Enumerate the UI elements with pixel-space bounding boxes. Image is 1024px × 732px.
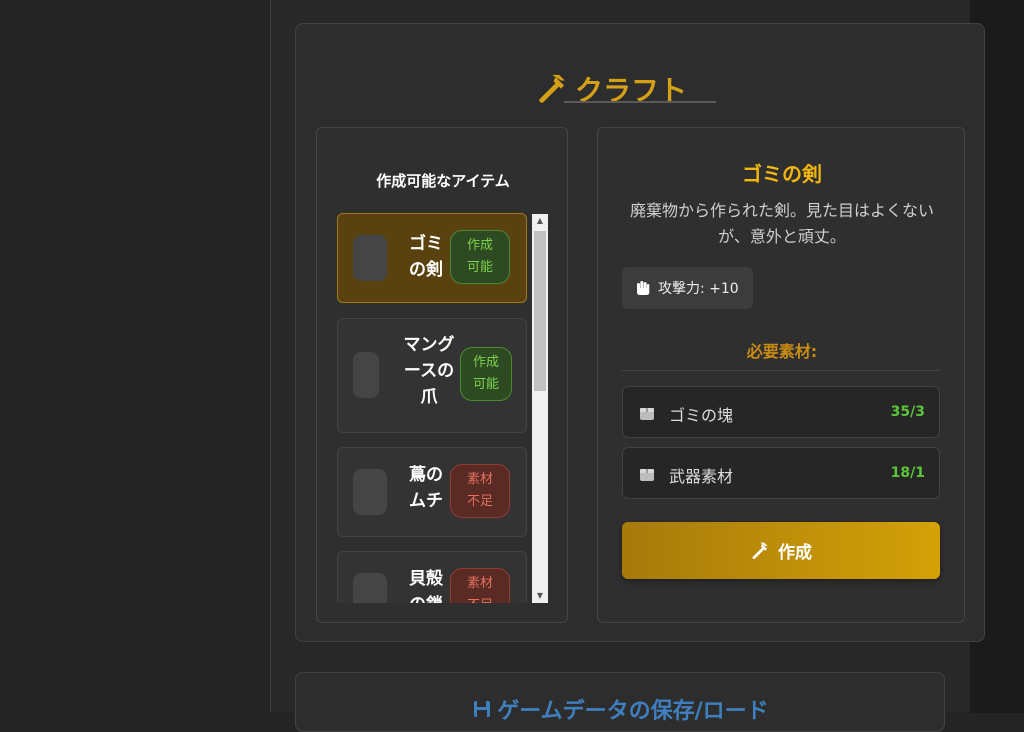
list-item-shell-chain[interactable]: 貝殻 の鎖 素材不足	[337, 551, 527, 603]
craft-button-label: 作成	[778, 543, 812, 563]
item-name: 蔦の ムチ	[409, 465, 443, 511]
craft-panel: クラフト 作成可能なアイテム ゴミ の剣 作成 可能 マング ースの 爪 作成 …	[295, 23, 985, 642]
detail-description: 廃棄物から作られた剣。見た目はよくないが、意外と頑丈。	[629, 201, 934, 246]
material-name: ゴミの塊	[669, 406, 734, 425]
craftable-items-panel: 作成可能なアイテム ゴミ の剣 作成 可能 マング ースの 爪 作成 可能 蔦の…	[316, 127, 568, 623]
item-thumbnail	[353, 235, 387, 281]
item-thumbnail	[353, 573, 387, 603]
craft-title-text: クラフト	[574, 74, 687, 107]
title-divider	[564, 101, 716, 103]
attack-stat-chip: 攻撃力: +10	[622, 267, 753, 309]
box-icon	[640, 469, 654, 481]
item-name: 貝殻 の鎖	[409, 569, 443, 603]
list-item-gomi-sword[interactable]: ゴミ の剣 作成 可能	[337, 213, 527, 303]
box-icon	[640, 408, 654, 420]
scrollbar-thumb[interactable]	[534, 231, 546, 391]
left-background	[0, 0, 270, 713]
list-item-mongoose-claw[interactable]: マング ースの 爪 作成 可能	[337, 318, 527, 433]
list-item-vine-whip[interactable]: 蔦の ムチ 素材 不足	[337, 447, 527, 537]
status-badge: 素材不足	[450, 464, 510, 518]
material-count: 18/1	[890, 465, 925, 481]
item-detail-panel: ゴミの剣 廃棄物から作られた剣。見た目はよくないが、意外と頑丈。 攻撃力: +1…	[597, 127, 965, 623]
craft-title: クラフト	[266, 64, 956, 114]
material-row: 武器素材 18/1	[622, 447, 940, 499]
item-name: マング ースの 爪	[403, 335, 455, 407]
item-name: ゴミ の剣	[409, 234, 443, 280]
save-load-title-text: ゲームデータの保存/ロード	[497, 699, 769, 724]
save-load-title: ゲームデータの保存/ロード	[296, 693, 946, 725]
detail-item-name: ゴミの剣	[742, 162, 822, 186]
material-name: 武器素材	[669, 467, 734, 486]
item-thumbnail	[353, 352, 379, 398]
list-scrollbar[interactable]: ▲ ▼	[532, 214, 548, 603]
craftable-items-heading: 作成可能なアイテム	[376, 172, 510, 190]
status-badge: 作成 可能	[450, 230, 510, 284]
requirements-divider	[622, 370, 940, 371]
craftable-items-list[interactable]: ゴミ の剣 作成 可能 マング ースの 爪 作成 可能 蔦の ムチ 素材 不足 …	[337, 213, 549, 603]
save-load-panel: ゲームデータの保存/ロード	[295, 672, 945, 732]
hammer-icon	[752, 542, 768, 559]
scroll-down-icon[interactable]: ▼	[532, 589, 548, 603]
item-thumbnail	[353, 469, 387, 515]
material-row: ゴミの塊 35/3	[622, 386, 940, 438]
attack-stat-text: 攻撃力: +10	[658, 281, 739, 297]
status-badge: 素材不足	[450, 568, 510, 603]
floppy-icon	[474, 701, 491, 717]
status-badge: 作成 可能	[460, 347, 512, 401]
fist-icon	[637, 281, 650, 295]
requirements-title: 必要素材:	[746, 342, 818, 361]
material-count: 35/3	[890, 404, 925, 420]
craft-button[interactable]: 作成	[622, 522, 940, 579]
scroll-up-icon[interactable]: ▲	[532, 214, 548, 228]
